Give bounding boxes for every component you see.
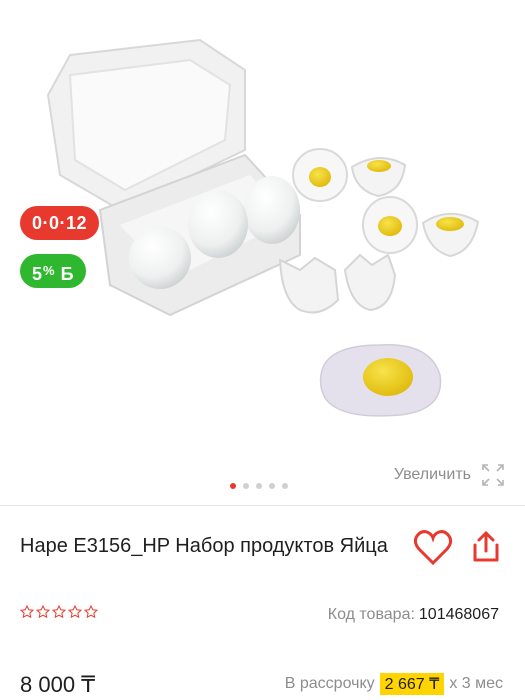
product-code-value: 101468067 [418,606,499,623]
price: 8 000 ₸ [20,672,96,697]
rating-stars[interactable] [20,605,98,619]
installment-label: В рассрочку [284,675,375,692]
pagination-dot[interactable] [230,483,236,489]
installment-amount: 2 667 ₸ [379,673,445,695]
bonus-percent: % [43,263,55,278]
divider [0,505,525,506]
favorite-heart-icon[interactable] [413,528,453,566]
product-code-label: Код товара: [327,606,415,623]
expand-icon [482,464,504,486]
product-gallery[interactable]: 0·0·12 5% Б Увеличить [0,0,525,505]
bonus-value: 5 [32,264,43,284]
share-icon[interactable] [468,529,504,565]
star-icon [20,605,34,619]
pagination-dot[interactable] [256,483,262,489]
bonus-badge[interactable]: 5% Б [20,254,86,288]
star-icon [36,605,50,619]
pagination-dot[interactable] [243,483,249,489]
zoom-button[interactable]: Увеличить [394,459,505,491]
product-title: Hape E3156_HP Набор продуктов Яйца [20,535,388,557]
product-photo[interactable] [0,0,525,505]
installment-badge[interactable]: 0·0·12 [20,206,100,240]
star-icon [52,605,66,619]
pagination-dot[interactable] [269,483,275,489]
product-code: Код товара: 101468067 [328,606,499,624]
gallery-pagination[interactable] [230,483,288,489]
pagination-dot[interactable] [282,483,288,489]
zoom-label: Увеличить [393,466,471,483]
star-icon [68,605,82,619]
star-icon [84,605,98,619]
installment-info[interactable]: В рассрочку 2 667 ₸ х 3 мес [285,673,503,695]
bonus-symbol: Б [60,264,74,284]
installment-term: х 3 мес [449,675,503,692]
